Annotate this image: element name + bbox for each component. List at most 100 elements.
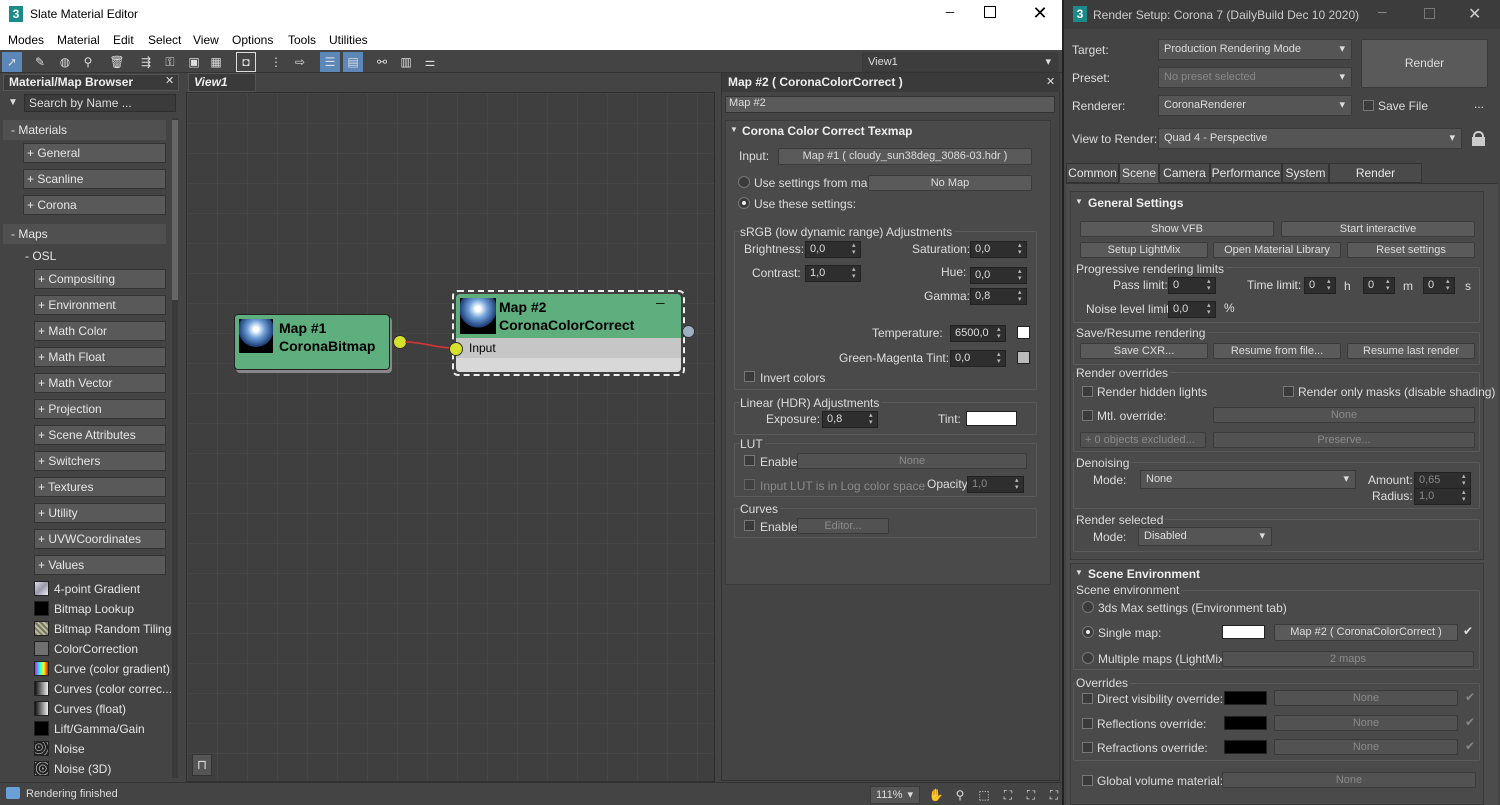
zoom-dropdown[interactable]: 111%: [870, 786, 920, 804]
map-name-field[interactable]: [725, 96, 1055, 113]
move-children-icon[interactable]: ⇶: [136, 52, 156, 72]
zoom-region-icon[interactable]: ⬚: [974, 785, 994, 805]
tab-system[interactable]: System: [1282, 163, 1329, 183]
input-map-button[interactable]: Map #1 ( cloudy_sun38deg_3086-03.hdr ): [778, 148, 1032, 165]
single-map-color-swatch[interactable]: [1222, 625, 1265, 639]
zoom-icon[interactable]: ⚲: [950, 785, 970, 805]
reflections-map-button[interactable]: None: [1274, 715, 1458, 731]
saturation-spinner[interactable]: 0,0: [970, 241, 1027, 258]
curves-editor-button[interactable]: Editor...: [797, 518, 889, 534]
zoom-selected-icon[interactable]: ⛶: [1021, 785, 1041, 805]
save-file-checkbox[interactable]: [1363, 100, 1374, 111]
only-masks-checkbox[interactable]: [1283, 386, 1294, 397]
view-selector[interactable]: View1: [862, 53, 1058, 72]
noise-limit-spinner[interactable]: 0,0: [1168, 301, 1216, 318]
map-item[interactable]: Curves (float): [54, 702, 126, 716]
lut-file-button[interactable]: None: [797, 453, 1027, 469]
amount-spinner[interactable]: 0,65: [1414, 472, 1471, 489]
fit-icon[interactable]: ⛶: [1044, 785, 1064, 805]
osl-uvwcoordinates[interactable]: + UVWCoordinates: [34, 529, 166, 549]
rs-minimize-button[interactable]: ─: [1378, 5, 1387, 19]
osl-math-color[interactable]: + Math Color: [34, 321, 166, 341]
time-hours-spinner[interactable]: 0: [1304, 277, 1336, 294]
time-minutes-spinner[interactable]: 0: [1363, 277, 1395, 294]
pass-limit-spinner[interactable]: 0: [1168, 277, 1216, 294]
rs-close-button[interactable]: ✕: [1468, 4, 1481, 24]
menu-view[interactable]: View: [193, 33, 219, 47]
reflections-check-icon[interactable]: ✔: [1465, 715, 1475, 729]
save-cxr-button[interactable]: Save CXR...: [1080, 343, 1208, 359]
material-group-scanline[interactable]: + Scanline: [23, 169, 166, 189]
node-view-canvas[interactable]: [186, 92, 715, 782]
view-to-render-dropdown[interactable]: Quad 4 - Perspective: [1158, 128, 1462, 149]
hue-spinner[interactable]: 0,0: [970, 267, 1027, 284]
direct-visibility-checkbox[interactable]: [1082, 693, 1093, 704]
material-sphere-icon[interactable]: ◍: [55, 52, 75, 72]
tab-scene[interactable]: Scene: [1119, 163, 1159, 183]
use-these-settings-radio[interactable]: [738, 197, 750, 209]
osl-scene-attributes[interactable]: + Scene Attributes: [34, 425, 166, 445]
single-map-radio[interactable]: [1082, 626, 1094, 638]
osl-utility[interactable]: + Utility: [34, 503, 166, 523]
reflections-checkbox[interactable]: [1082, 718, 1093, 729]
time-seconds-spinner[interactable]: 0: [1423, 277, 1455, 294]
map-item[interactable]: Curves (color correc...: [54, 682, 172, 696]
map-item[interactable]: Lift/Gamma/Gain: [54, 722, 145, 736]
osl-projection[interactable]: + Projection: [34, 399, 166, 419]
nav-icon[interactable]: ▥: [396, 52, 416, 72]
browser-options-icon[interactable]: ▼: [8, 97, 18, 108]
browser-toggle-icon[interactable]: ☰: [320, 52, 340, 72]
map-item[interactable]: Curve (color gradient): [54, 662, 170, 676]
use-settings-from-map-radio[interactable]: [738, 176, 750, 188]
temperature-swatch[interactable]: [1017, 326, 1030, 339]
mtl-override-button[interactable]: None: [1213, 407, 1475, 423]
exposure-spinner[interactable]: 0,8: [822, 411, 878, 428]
osl-environment[interactable]: + Environment: [34, 295, 166, 315]
osl-math-vector[interactable]: + Math Vector: [34, 373, 166, 393]
node-map1[interactable]: Map #1 CoronaBitmap: [234, 314, 390, 370]
radius-spinner[interactable]: 1,0: [1414, 488, 1471, 505]
map-item[interactable]: Bitmap Random Tiling: [54, 622, 171, 636]
eyedropper-icon[interactable]: ✎: [30, 52, 50, 72]
scene-env-title[interactable]: Scene Environment: [1088, 567, 1200, 581]
map-item[interactable]: Bitmap Lookup: [54, 602, 134, 616]
refractions-map-button[interactable]: None: [1274, 739, 1458, 755]
lut-enable-checkbox[interactable]: [744, 455, 755, 466]
map-item[interactable]: ColorCorrection: [54, 642, 138, 656]
category-maps[interactable]: - Maps: [3, 224, 166, 244]
menu-utilities[interactable]: Utilities: [329, 33, 368, 47]
general-arrow-icon[interactable]: ▼: [1075, 197, 1083, 206]
gm-tint-swatch[interactable]: [1017, 351, 1030, 364]
direct-check-icon[interactable]: ✔: [1465, 690, 1475, 704]
nav-icon[interactable]: ⊓: [192, 754, 212, 776]
multiple-maps-radio[interactable]: [1082, 652, 1094, 664]
preserve-button[interactable]: Preserve...: [1213, 432, 1475, 448]
contrast-spinner[interactable]: 1,0: [805, 265, 861, 282]
category-osl[interactable]: - OSL: [22, 247, 166, 265]
refractions-checkbox[interactable]: [1082, 742, 1093, 753]
param-close-icon[interactable]: ✕: [1046, 75, 1055, 88]
brightness-spinner[interactable]: 0,0: [805, 241, 861, 258]
map-item[interactable]: Noise (3D): [54, 762, 111, 776]
bake-icon[interactable]: ⚌: [420, 52, 440, 72]
checker-icon[interactable]: ▦: [206, 52, 226, 72]
browser-close-icon[interactable]: ✕: [165, 74, 174, 87]
close-button[interactable]: ✕: [1030, 3, 1050, 24]
general-title[interactable]: General Settings: [1088, 196, 1183, 210]
denoise-mode-dropdown[interactable]: None: [1140, 470, 1356, 489]
target-dropdown[interactable]: Production Rendering Mode: [1158, 39, 1352, 60]
browser-scrollbar[interactable]: [172, 118, 178, 778]
tab-common[interactable]: Common: [1066, 163, 1119, 183]
delete-icon[interactable]: 🗑: [107, 52, 127, 72]
more-options-button[interactable]: ...: [1474, 97, 1484, 111]
tab-render-elements[interactable]: Render Elements: [1329, 163, 1422, 198]
direct-map-button[interactable]: None: [1274, 690, 1458, 706]
global-volume-checkbox[interactable]: [1082, 775, 1093, 786]
setup-lightmix-button[interactable]: Setup LightMix: [1080, 242, 1208, 258]
rollout-arrow-icon[interactable]: ▼: [730, 125, 738, 134]
global-volume-button[interactable]: None: [1222, 772, 1476, 788]
osl-textures[interactable]: + Textures: [34, 477, 166, 497]
rollout-title[interactable]: Corona Color Correct Texmap: [742, 124, 912, 138]
render-selected-dropdown[interactable]: Disabled: [1138, 527, 1272, 546]
invert-colors-checkbox[interactable]: [744, 371, 755, 382]
